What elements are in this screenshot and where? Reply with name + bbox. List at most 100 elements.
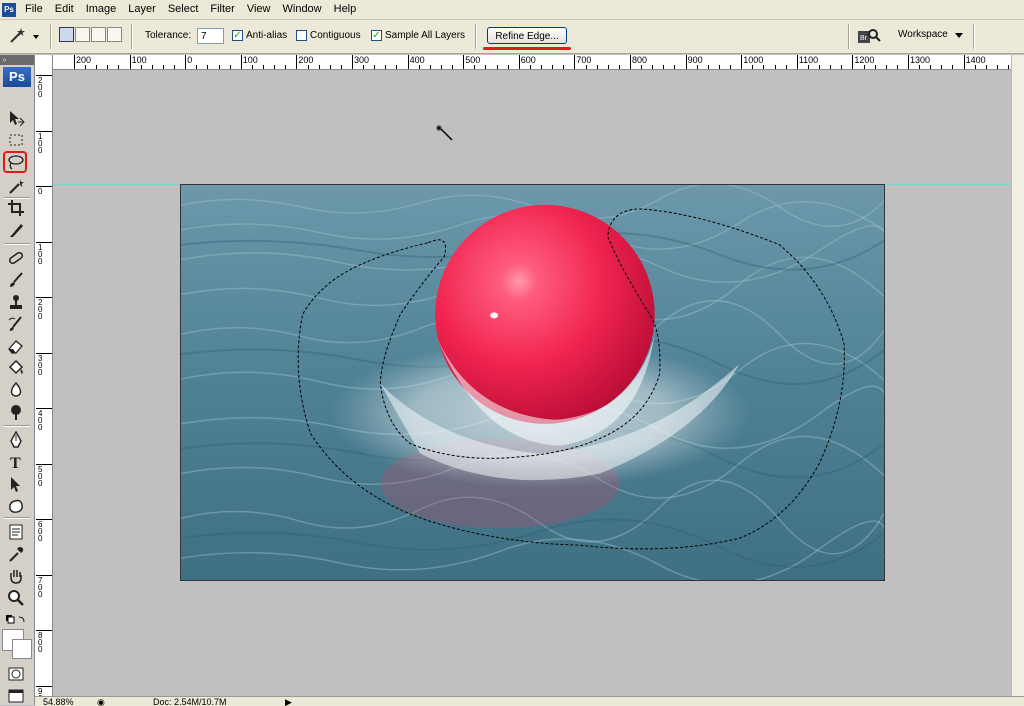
lasso-tool[interactable] <box>3 151 27 173</box>
workspace-menu[interactable]: Workspace <box>898 29 948 40</box>
ruler-label: 200 <box>76 55 92 65</box>
ruler-minor-tick <box>396 65 398 69</box>
ruler-label: 300 <box>38 353 43 377</box>
sample-all-layers-checkbox[interactable]: ✓ <box>371 30 382 41</box>
menu-select[interactable]: Select <box>163 0 206 19</box>
magic-wand-tool[interactable] <box>5 175 27 196</box>
anti-alias-checkbox[interactable]: ✓ <box>232 30 243 41</box>
ruler-label: 0 <box>38 187 43 196</box>
menu-window[interactable]: Window <box>278 0 329 19</box>
menu-image[interactable]: Image <box>81 0 124 19</box>
crop-icon <box>8 199 24 216</box>
ruler-minor-tick <box>229 65 231 69</box>
eyedropper-tool[interactable] <box>5 543 27 564</box>
app-icon: Ps <box>2 2 16 17</box>
paint-bucket-tool[interactable] <box>5 357 27 378</box>
menu-view[interactable]: View <box>242 0 278 19</box>
slice-icon <box>10 223 23 237</box>
separator <box>50 24 52 49</box>
ruler-tick <box>685 55 687 69</box>
ruler-minor-tick <box>641 65 643 69</box>
add-to-selection-button[interactable] <box>75 27 90 42</box>
clone-stamp-tool[interactable] <box>5 291 27 312</box>
menu-help[interactable]: Help <box>329 0 364 19</box>
note-icon <box>9 524 23 539</box>
slice-tool[interactable] <box>5 219 27 240</box>
move-tool[interactable] <box>5 107 27 128</box>
custom-shape-tool[interactable] <box>5 495 27 516</box>
notes-tool[interactable] <box>5 521 27 542</box>
marquee-tool[interactable] <box>5 129 27 150</box>
ruler-label: 1000 <box>743 55 764 65</box>
shape-icon <box>9 499 23 513</box>
zoom-tool[interactable] <box>5 587 27 608</box>
tolerance-input[interactable] <box>197 28 224 44</box>
ruler-minor-tick <box>730 65 732 69</box>
pen-tool[interactable] <box>5 429 27 450</box>
screen-mode-button[interactable] <box>5 685 27 706</box>
stamp-icon <box>10 294 22 309</box>
healing-brush-tool[interactable] <box>5 247 27 268</box>
ruler-minor-tick <box>774 65 776 69</box>
ruler-tick <box>908 55 909 69</box>
ruler-minor-tick <box>763 65 765 69</box>
toolbox-grip[interactable]: » <box>0 55 34 65</box>
ruler-label: 400 <box>409 55 425 65</box>
ruler-label: 0 <box>187 55 193 65</box>
ruler-label: 200 <box>298 55 314 65</box>
ruler-label: 200 <box>38 76 43 99</box>
menu-filter[interactable]: Filter <box>205 0 241 19</box>
dodge-tool[interactable] <box>5 401 27 422</box>
subtract-from-selection-button[interactable] <box>91 27 106 42</box>
intersect-selection-button[interactable] <box>107 27 122 42</box>
new-selection-button[interactable] <box>59 27 74 42</box>
ruler-minor-tick <box>496 65 498 69</box>
ruler-tick <box>518 55 520 69</box>
eraser-tool[interactable] <box>5 335 27 356</box>
ruler-minor-tick <box>118 65 120 69</box>
brush-tool[interactable] <box>5 269 27 290</box>
ruler-tick <box>630 55 631 69</box>
vertical-ruler: 2001000100200300400500600700800900 <box>35 55 53 705</box>
ruler-minor-tick <box>107 65 109 69</box>
options-bar: Tolerance: ✓ Anti-alias Contiguous ✓ Sam… <box>0 20 1024 54</box>
ruler-minor-tick <box>307 65 309 69</box>
bandage-icon <box>8 251 24 264</box>
toolbox: » Ps T <box>0 55 35 705</box>
marquee-icon <box>9 134 23 145</box>
ruler-minor-tick <box>919 65 921 69</box>
menu-file[interactable]: File <box>20 0 50 19</box>
ruler-minor-tick <box>607 65 609 69</box>
quick-mask-button[interactable] <box>5 663 27 684</box>
ruler-minor-tick <box>652 65 654 69</box>
blur-tool[interactable] <box>5 379 27 400</box>
type-tool[interactable]: T <box>5 451 27 472</box>
ruler-tick <box>796 55 798 69</box>
ruler-minor-tick <box>563 65 565 69</box>
path-selection-tool[interactable] <box>5 473 27 494</box>
ruler-minor-tick <box>162 65 164 69</box>
menu-layer[interactable]: Layer <box>123 0 163 19</box>
document-image[interactable] <box>180 184 885 581</box>
bridge-button[interactable]: Br <box>856 26 882 46</box>
tool-preset-picker[interactable] <box>5 26 41 46</box>
ruler-minor-tick <box>251 65 253 69</box>
ruler-minor-tick <box>285 65 287 69</box>
ruler-label: 900 <box>687 55 703 65</box>
crop-tool[interactable] <box>5 197 27 218</box>
hand-icon <box>10 569 22 584</box>
hand-tool[interactable] <box>5 565 27 586</box>
magic-wand-icon <box>10 28 39 43</box>
ruler-label: 1300 <box>910 55 931 65</box>
menu-edit[interactable]: Edit <box>50 0 81 19</box>
ruler-tick <box>185 55 187 69</box>
contiguous-checkbox[interactable] <box>296 30 307 41</box>
ruler-minor-tick <box>318 65 320 69</box>
vertical-scrollbar[interactable] <box>1011 55 1024 696</box>
refine-edge-button[interactable]: Refine Edge... <box>487 27 567 44</box>
history-brush-tool[interactable] <box>5 313 27 334</box>
dodge-icon <box>11 404 21 420</box>
swap-colors-control[interactable] <box>5 609 27 630</box>
background-color-swatch[interactable] <box>12 639 32 659</box>
ruler-label: 1100 <box>798 55 819 65</box>
